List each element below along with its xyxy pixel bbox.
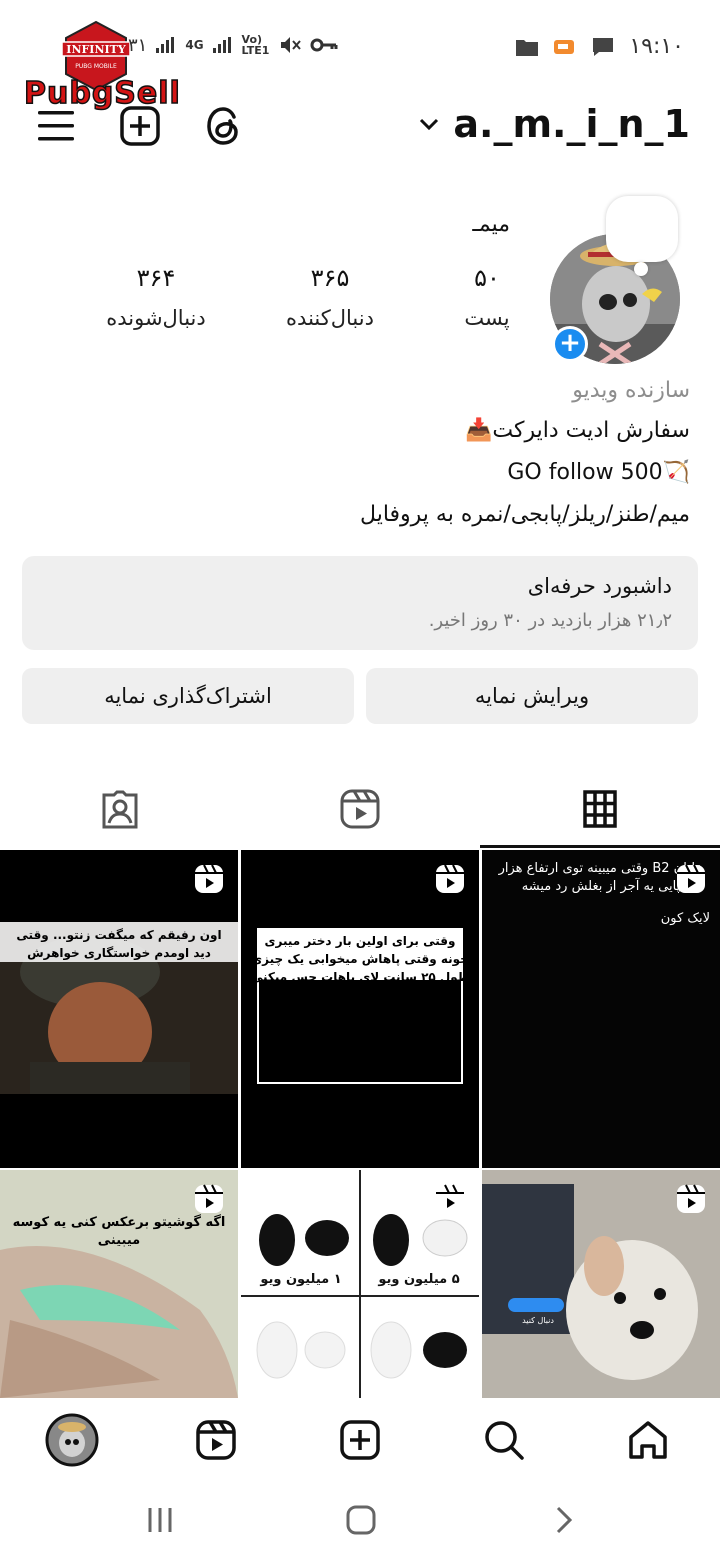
bottom-navigation xyxy=(0,1398,720,1482)
volte-indicator: Vo) LTE1 xyxy=(241,33,270,57)
back-button[interactable] xyxy=(544,1500,584,1540)
hamburger-icon xyxy=(38,111,74,141)
recent-apps-button[interactable] xyxy=(140,1500,180,1540)
post-label-1: ۱ میلیون ویو xyxy=(260,1272,342,1287)
tab-tagged[interactable] xyxy=(0,770,240,848)
post-tile[interactable]: دنبال کنید xyxy=(482,1170,720,1398)
followers-count: ۳۶۵ xyxy=(310,264,350,292)
post-tile[interactable]: اگه گوشیتو برعکس کنی یه کوسه میبینی xyxy=(0,1170,238,1398)
bio-line-3: میم/طنز/ریلز/پابجی/نمره به پروفایل xyxy=(360,502,690,527)
nav-home[interactable] xyxy=(620,1412,676,1468)
home-system-button[interactable] xyxy=(341,1500,381,1540)
nav-reels[interactable] xyxy=(188,1412,244,1468)
bio-line-1: سفارش ادیت دایرکت📥 xyxy=(464,418,690,443)
threads-button[interactable] xyxy=(202,104,246,148)
signal-icon xyxy=(156,37,175,53)
dashboard-subtitle: ۲۱٫۲ هزار بازدید در ۳۰ روز اخیر. xyxy=(428,610,672,631)
profile-avatar-icon xyxy=(45,1413,99,1467)
key-icon xyxy=(310,38,338,52)
recents-icon xyxy=(148,1508,172,1532)
chevron-right-icon xyxy=(556,1506,573,1534)
profile-category: سازنده ویدیو xyxy=(572,378,690,403)
reel-badge-icon xyxy=(195,864,223,893)
profile-display-name: میمـ xyxy=(472,212,510,237)
professional-dashboard[interactable]: داشبورد حرفه‌ای ۲۱٫۲ هزار بازدید در ۳۰ ر… xyxy=(22,556,698,650)
message-icon xyxy=(593,37,614,56)
clock: ۱۹:۱۰ xyxy=(629,34,684,59)
post-tile[interactable]: خلبان B2 وقتی میبینه توی ارتفاع هزار پای… xyxy=(482,850,720,1168)
followers-stat[interactable]: ۳۶۵ دنبال‌کننده xyxy=(260,264,400,330)
posts-label: پست xyxy=(464,306,510,330)
dashboard-title: داشبورد حرفه‌ای xyxy=(527,574,672,598)
reel-badge-icon xyxy=(677,864,705,893)
add-story-button[interactable]: + xyxy=(552,326,588,362)
mute-icon xyxy=(280,37,301,53)
nav-search[interactable] xyxy=(476,1412,532,1468)
svg-text:PUBG MOBILE: PUBG MOBILE xyxy=(75,63,117,70)
add-square-icon xyxy=(120,106,160,146)
post-caption: دنبال کنید xyxy=(522,1316,554,1325)
home-icon xyxy=(629,1421,667,1459)
status-right-group: ۱۹:۱۰ xyxy=(515,34,684,59)
nav-create[interactable] xyxy=(332,1412,388,1468)
following-label: دنبال‌شونده xyxy=(106,306,206,330)
post-tile[interactable]: ۱ میلیون ویو ۵ میلیون ویو xyxy=(241,1170,479,1398)
reel-badge-icon xyxy=(436,1184,464,1213)
status-bar: INFINITY PUBG MOBILE PubgSell ۳۱ 4G Vo) … xyxy=(0,0,720,112)
bio-line-2: GO follow 500🏹 xyxy=(507,460,690,485)
followers-label: دنبال‌کننده xyxy=(286,306,374,330)
network-type: 4G xyxy=(185,38,204,52)
add-square-icon xyxy=(340,1420,380,1460)
posts-count: ۵۰ xyxy=(474,264,500,292)
folder-icon xyxy=(516,39,539,56)
home-square-icon xyxy=(346,1505,376,1535)
post-label-2: ۵ میلیون ویو xyxy=(378,1272,460,1287)
search-icon xyxy=(485,1421,524,1460)
signal-icon-2 xyxy=(212,37,231,53)
username: a._m._i_n_1 xyxy=(453,102,690,146)
following-count: ۳۶۴ xyxy=(136,264,176,292)
following-stat[interactable]: ۳۶۴ دنبال‌شونده xyxy=(86,264,226,330)
reel-badge-icon xyxy=(677,1184,705,1213)
share-profile-button[interactable]: اشتراک‌گذاری نمایه xyxy=(22,668,354,724)
edit-profile-button[interactable]: ویرایش نمایه xyxy=(366,668,698,724)
post-tile[interactable]: اون رفیقم که میگفت زنتو... وقتی دید اومد… xyxy=(0,850,238,1168)
account-switcher[interactable]: a._m._i_n_1 xyxy=(419,102,690,146)
post-caption: اون رفیقم که میگفت زنتو... وقتی دید اومد… xyxy=(16,928,222,960)
tab-reels[interactable] xyxy=(240,770,480,848)
nav-profile[interactable] xyxy=(44,1412,100,1468)
content-tabs xyxy=(0,770,720,848)
create-button[interactable] xyxy=(118,104,162,148)
svg-text:INFINITY: INFINITY xyxy=(66,43,126,56)
battery-level: ۳۱ xyxy=(128,34,148,56)
profile-note-bubble[interactable] xyxy=(606,196,678,262)
status-left-group: ۳۱ 4G Vo) LTE1 xyxy=(128,34,338,56)
notification-app-icon xyxy=(554,39,575,54)
post-tile[interactable]: وقتی برای اولین بار دختر میبری خونه وقتی… xyxy=(241,850,479,1168)
posts-stat[interactable]: ۵۰ پست xyxy=(417,264,557,330)
profile-note-dot xyxy=(634,262,648,276)
tab-posts-grid[interactable] xyxy=(480,770,720,848)
reels-icon xyxy=(196,1420,236,1460)
reel-badge-icon xyxy=(436,864,464,893)
threads-icon xyxy=(207,107,238,145)
reel-badge-icon xyxy=(195,1184,223,1213)
reels-icon xyxy=(340,789,380,829)
grid-icon xyxy=(583,790,617,828)
profile-header: a._m._i_n_1 xyxy=(0,96,720,160)
post-caption: اگه گوشیتو برعکس کنی یه کوسه میبینی xyxy=(12,1215,226,1248)
menu-button[interactable] xyxy=(34,104,78,148)
post-caption: وقتی برای اولین بار دختر میبری خونه وقتی… xyxy=(250,934,470,984)
post-caption-sub: لایک کون xyxy=(660,911,710,926)
tagged-icon xyxy=(102,790,138,829)
chevron-down-icon xyxy=(420,118,439,131)
posts-grid: خلبان B2 وقتی میبینه توی ارتفاع هزار پای… xyxy=(0,850,720,1398)
system-navigation xyxy=(0,1482,720,1560)
